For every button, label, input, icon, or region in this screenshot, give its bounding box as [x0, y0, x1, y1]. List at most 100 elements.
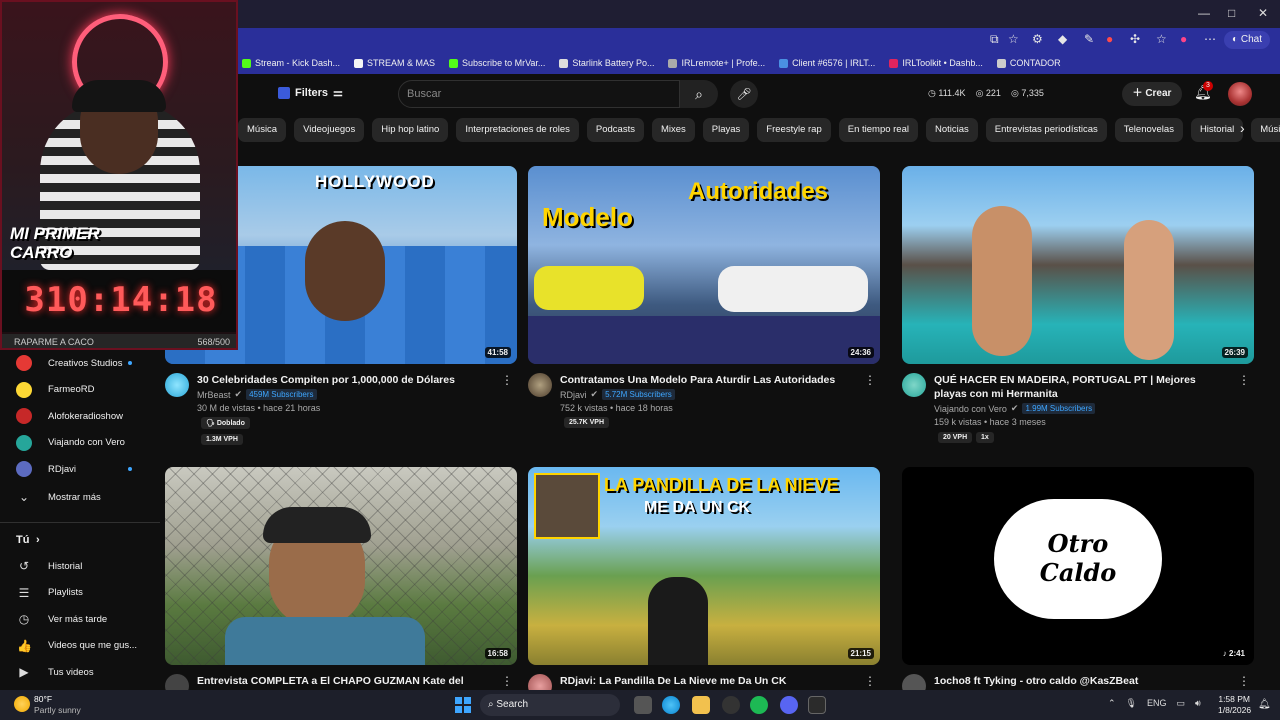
category-chip[interactable]: En tiempo real — [838, 118, 918, 142]
category-chip[interactable]: Videojuegos — [294, 118, 365, 142]
sidebar-subscription-item[interactable]: Alofokeradioshow — [0, 403, 160, 429]
extension-diamond-icon[interactable]: ◆ — [1058, 32, 1067, 46]
tray-expand-icon[interactable]: ⌃ — [1108, 698, 1116, 709]
address-bar[interactable]: ⧉ ☆ ⚙ ◆ ✎ ● ✣ ☆ ● ⋯ ◐ Chat — [238, 28, 1280, 52]
video-title[interactable]: 30 Celebridades Compiten por 1,000,000 d… — [197, 373, 497, 387]
category-chip[interactable]: Música — [238, 118, 287, 142]
video-thumbnail[interactable]: LA PANDILLA DE LA NIEVE ME DA UN CK 21:1… — [528, 467, 880, 665]
more-options-icon[interactable]: ⋮ — [864, 674, 876, 688]
volume-icon[interactable]: 🔊︎ — [1195, 698, 1201, 709]
close-button[interactable]: ✕ — [1258, 6, 1268, 20]
more-options-icon[interactable]: ⋮ — [501, 674, 513, 688]
sidebar-item-your-videos[interactable]: ▶ Tus videos — [0, 659, 160, 685]
sidebar-subscription-item[interactable]: Viajando con Vero — [0, 430, 160, 456]
profile-avatar-icon[interactable]: ● — [1180, 32, 1187, 46]
sidebar-you-header[interactable]: Tú › — [0, 527, 160, 553]
bookmark-item[interactable]: CONTADOR — [996, 58, 1061, 68]
chat-button[interactable]: ◐ Chat — [1224, 31, 1270, 49]
thumbnail-yellow-car — [534, 266, 644, 310]
sidebar-item-history[interactable]: ↺ Historial — [0, 553, 160, 579]
bookmark-item[interactable]: Subscribe to MrVar... — [449, 58, 545, 68]
display-icon[interactable]: ▭ — [1177, 698, 1186, 709]
channel-avatar[interactable] — [902, 373, 926, 397]
account-avatar[interactable] — [1228, 82, 1252, 106]
more-options-icon[interactable]: ⋮ — [1238, 373, 1250, 387]
minimize-button[interactable]: — — [1198, 6, 1210, 20]
category-chip[interactable]: Mixes — [651, 118, 695, 142]
channel-avatar[interactable] — [165, 373, 189, 397]
obs-icon[interactable] — [722, 696, 740, 714]
windows-start-icon[interactable] — [455, 697, 471, 713]
category-chip[interactable]: Noticias — [926, 118, 978, 142]
bookmark-item[interactable]: Client #6576 | IRLT... — [779, 58, 875, 68]
category-chip[interactable]: Interpretaciones de roles — [456, 118, 579, 142]
more-options-icon[interactable]: ⋮ — [501, 373, 513, 387]
category-chip[interactable]: Freestyle rap — [757, 118, 831, 142]
bookmark-item[interactable]: IRLremote+ | Profe... — [668, 58, 765, 68]
more-menu-icon[interactable]: ⋯ — [1204, 32, 1216, 46]
sidebar-subscription-item[interactable]: FarmeoRD — [0, 377, 160, 403]
video-thumbnail[interactable]: Otro Caldo ♪ 2:41 — [902, 467, 1254, 665]
voice-search-button[interactable]: 🎤︎ — [730, 80, 758, 108]
video-title[interactable]: Contratamos Una Modelo Para Aturdir Las … — [560, 373, 860, 387]
favorite-star-icon[interactable]: ☆ — [1008, 32, 1019, 46]
history-icon: ↺ — [18, 559, 30, 573]
notifications-button[interactable]: 🔔︎ 3 — [1194, 81, 1213, 101]
discord-icon[interactable] — [780, 696, 798, 714]
sidebar-item-like[interactable]: 👍 Videos que me gus... — [0, 633, 160, 659]
channel-name[interactable]: RDjavi — [560, 390, 587, 400]
weather-sun-icon[interactable] — [14, 696, 30, 712]
edge-icon[interactable] — [662, 696, 680, 714]
video-title[interactable]: 1ocho8 ft Tyking - otro caldo @KasZBeat — [934, 674, 1234, 688]
chevron-right-icon[interactable]: › — [1240, 120, 1245, 136]
category-chip[interactable]: Podcasts — [586, 118, 644, 142]
taskbar-search[interactable]: ⌕ Search — [480, 694, 620, 716]
file-explorer-icon[interactable] — [692, 696, 710, 714]
video-thumbnail[interactable]: 26:39 — [902, 166, 1254, 364]
category-chip[interactable]: Playas — [702, 118, 750, 142]
channel-avatar[interactable] — [528, 373, 552, 397]
weather-widget[interactable]: 80°F Partly sunny — [34, 694, 81, 716]
video-thumbnail[interactable]: 16:58 — [165, 467, 517, 665]
extensions-puzzle-icon[interactable]: ✣ — [1130, 32, 1140, 46]
video-title[interactable]: RDjavi: La Pandilla De La Nieve me Da Un… — [560, 674, 860, 688]
filters-button[interactable]: Filters ⚌ — [278, 86, 343, 99]
category-chip[interactable]: Entrevistas periodísticas — [985, 118, 1107, 142]
open-in-app-icon[interactable]: ⧉ — [990, 32, 999, 47]
extension-pen-icon[interactable]: ✎ — [1084, 32, 1094, 46]
spotify-icon[interactable] — [750, 696, 768, 714]
terminal-icon[interactable] — [808, 696, 826, 714]
favorites-icon[interactable]: ☆ — [1156, 32, 1167, 46]
extension-red-icon[interactable]: ● — [1106, 32, 1113, 46]
video-thumbnail[interactable]: Modelo Autoridades 24:36 — [528, 166, 880, 364]
sidebar-subscription-item[interactable]: Creativos Studios — [0, 350, 160, 376]
category-chip[interactable]: Músic — [1251, 118, 1280, 142]
search-input[interactable]: Buscar — [398, 80, 680, 108]
category-chip[interactable]: Telenovelas — [1114, 118, 1183, 142]
more-options-icon[interactable]: ⋮ — [1238, 674, 1250, 688]
microphone-tray-icon[interactable]: 🎙︎ — [1126, 698, 1137, 709]
sidebar-item-watch-later[interactable]: ◷ Ver más tarde — [0, 606, 160, 632]
sidebar-subscription-item[interactable]: RDjavi — [0, 456, 160, 482]
create-button[interactable]: ＋ Crear — [1122, 82, 1182, 106]
search-button[interactable]: ⌕ — [680, 80, 718, 108]
extension-icon[interactable]: ⚙ — [1032, 32, 1043, 46]
channel-name[interactable]: MrBeast — [197, 390, 231, 400]
bookmark-item[interactable]: STREAM & MAS — [354, 58, 435, 68]
more-options-icon[interactable]: ⋮ — [864, 373, 876, 387]
sidebar-item-playlists[interactable]: ☰ Playlists — [0, 580, 160, 606]
show-more-button[interactable]: ⌄ Mostrar más — [0, 484, 160, 510]
maximize-button[interactable]: □ — [1228, 6, 1235, 20]
language-indicator[interactable]: ENG — [1147, 698, 1167, 709]
category-chip[interactable]: Hip hop latino — [372, 118, 449, 142]
category-chip[interactable]: Historial — [1190, 118, 1244, 142]
video-title[interactable]: QUÉ HACER EN MADEIRA, PORTUGAL PT | Mejo… — [934, 373, 1230, 401]
task-view-icon[interactable] — [634, 696, 652, 714]
taskbar-clock[interactable]: 1:58 PM 1/8/2026 — [1218, 694, 1251, 716]
bookmark-item[interactable]: IRLToolkit • Dashb... — [889, 58, 983, 68]
bookmark-item[interactable]: Starlink Battery Po... — [559, 58, 654, 68]
channel-name[interactable]: Viajando con Vero — [934, 404, 1007, 414]
weather-condition: Partly sunny — [34, 705, 81, 715]
notification-center-icon[interactable]: 🔔︎ — [1258, 699, 1271, 710]
bookmark-item[interactable]: Stream - Kick Dash... — [242, 58, 340, 68]
